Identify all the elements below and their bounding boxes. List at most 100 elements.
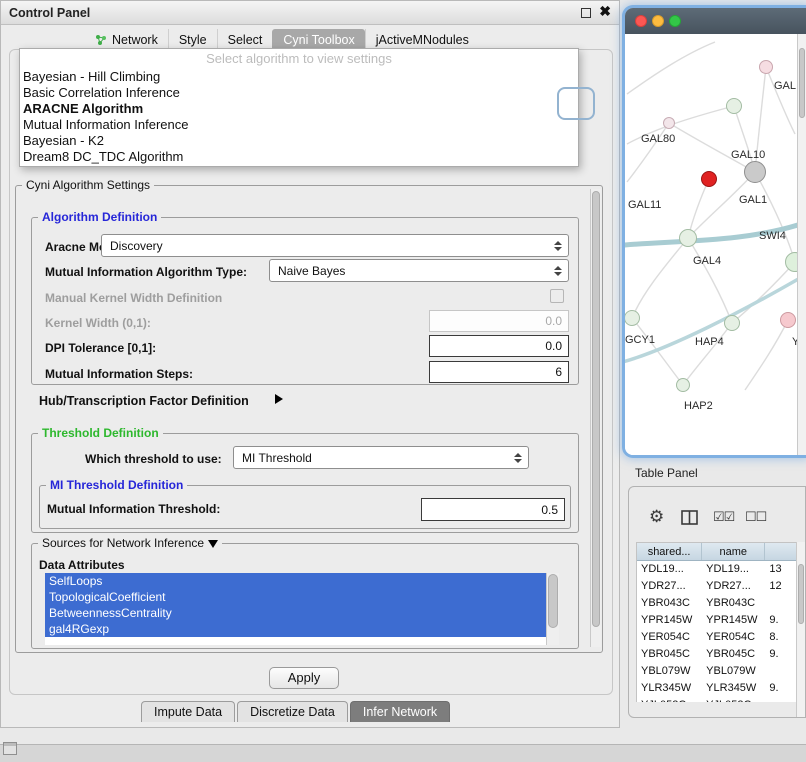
table-column-header[interactable]: name	[702, 543, 765, 560]
table-row[interactable]: YDL19...YDL19...13	[637, 561, 797, 578]
which-threshold-value: MI Threshold	[242, 451, 312, 465]
combo-arrows-icon	[554, 266, 562, 276]
minimized-panel-icon[interactable]	[3, 742, 17, 755]
attribute-list[interactable]: SelfLoopsTopologicalCoefficientBetweenne…	[45, 573, 559, 645]
table-cell: 9.	[765, 680, 797, 697]
kernel-width-field[interactable]: 0.0	[429, 310, 569, 332]
attribute-list-scrollbar[interactable]	[546, 573, 559, 645]
algorithm-option[interactable]: Basic Correlation Inference	[20, 85, 578, 101]
attribute-item[interactable]: SelfLoops	[45, 573, 546, 589]
table-row[interactable]: YBR043CYBR043C	[637, 595, 797, 612]
tab-infer-network[interactable]: Infer Network	[350, 701, 450, 722]
table-row[interactable]: YER054CYER054C8.	[637, 629, 797, 646]
settings-scrollbar-thumb[interactable]	[592, 191, 600, 627]
network-node[interactable]	[724, 315, 740, 331]
table-cell: YBR045C	[637, 646, 702, 663]
gear-icon[interactable]: ⚙	[649, 507, 664, 527]
network-window-titlebar[interactable]	[625, 8, 806, 34]
node-table: shared...name YDL19...YDL19...13YDR27...…	[636, 542, 798, 702]
manual-kernel-width-checkbox[interactable]	[550, 289, 564, 303]
bottom-status-strip	[0, 744, 806, 762]
network-node[interactable]	[663, 117, 675, 129]
table-cell: YDR27...	[702, 578, 765, 595]
table-scrollbar-thumb[interactable]	[798, 564, 804, 624]
dpi-tolerance-field[interactable]: 0.0	[429, 335, 569, 357]
tab-label: Select	[228, 33, 263, 47]
algorithm-option[interactable]: Bayesian - K2	[20, 133, 578, 149]
table-cell: YBL079W	[702, 663, 765, 680]
network-node[interactable]	[679, 229, 697, 247]
network-canvas[interactable]: GALGAL80GAL10GAL11GAL1SWI4GAL4GCY1HAP4YH…	[625, 34, 797, 455]
network-node[interactable]	[701, 171, 717, 187]
mi-steps-field[interactable]: 6	[429, 361, 569, 383]
expand-arrow-icon[interactable]	[275, 394, 283, 404]
zoom-traffic-light-icon[interactable]	[669, 15, 681, 27]
float-window-icon[interactable]	[581, 8, 591, 18]
table-column-header[interactable]	[765, 543, 797, 560]
tab-label: Cyni Toolbox	[283, 33, 354, 47]
control-panel-titlebar[interactable]: Control Panel ✖	[1, 1, 619, 25]
mi-algorithm-type-value: Naive Bayes	[278, 264, 345, 278]
tab-label: Network	[112, 33, 158, 47]
collapse-arrow-icon[interactable]	[208, 540, 218, 548]
network-node[interactable]	[759, 60, 773, 74]
table-cell: YDL19...	[637, 561, 702, 578]
desktop: Control Panel ✖ Network Style Select Cyn…	[0, 0, 806, 762]
aracne-mode-select[interactable]: Discovery	[101, 234, 569, 257]
mi-algorithm-type-select[interactable]: Naive Bayes	[269, 259, 569, 282]
algorithm-dropdown-list: Bayesian - Hill ClimbingBasic Correlatio…	[20, 69, 578, 165]
attribute-item[interactable]: BetweennessCentrality	[45, 605, 546, 621]
aracne-mode-value: Discovery	[110, 239, 163, 253]
minimize-traffic-light-icon[interactable]	[652, 15, 664, 27]
tab-impute-data[interactable]: Impute Data	[141, 701, 235, 722]
algorithm-dropdown-placeholder: Select algorithm to view settings	[20, 49, 578, 69]
algorithm-option[interactable]: ARACNE Algorithm	[20, 101, 578, 117]
tab-discretize-data[interactable]: Discretize Data	[237, 701, 348, 722]
select-all-checks-icon[interactable]: ☑☑	[713, 507, 734, 527]
panel-title: Control Panel	[9, 1, 90, 25]
table-row[interactable]: YBL079WYBL079W	[637, 663, 797, 680]
network-scrollbar-thumb[interactable]	[799, 48, 805, 118]
apply-button[interactable]: Apply	[269, 667, 339, 689]
table-cell: YBR043C	[702, 595, 765, 612]
close-traffic-light-icon[interactable]	[635, 15, 647, 27]
network-node-label: SWI4	[759, 230, 786, 242]
columns-icon[interactable]	[681, 507, 698, 527]
algorithm-option[interactable]: Mutual Information Inference	[20, 117, 578, 133]
network-node-label: HAP2	[684, 400, 713, 412]
table-panel-window: ⚙ ☑☑ ☐☐ shared...name YDL19...YDL19...13…	[628, 486, 806, 718]
close-icon[interactable]: ✖	[599, 3, 611, 20]
network-node-label: GAL1	[739, 194, 767, 206]
table-cell: YER054C	[637, 629, 702, 646]
table-row[interactable]: YBR045CYBR045C9.	[637, 646, 797, 663]
network-node[interactable]	[744, 161, 766, 183]
table-scrollbar[interactable]	[796, 542, 805, 718]
attribute-item[interactable]: TopologicalCoefficient	[45, 589, 546, 605]
which-threshold-select[interactable]: MI Threshold	[233, 446, 529, 469]
network-node[interactable]	[676, 378, 690, 392]
table-cell	[765, 663, 797, 680]
tab-label: Style	[179, 33, 207, 47]
settings-scrollbar[interactable]	[590, 189, 601, 647]
table-row[interactable]: YJL052CYJL052C	[637, 697, 797, 702]
deselect-all-checks-icon[interactable]: ☐☐	[745, 507, 766, 527]
network-node[interactable]	[780, 312, 796, 328]
table-body: YDL19...YDL19...13YDR27...YDR27...12YBR0…	[637, 561, 797, 702]
sources-group-title: Sources for Network Inference	[38, 536, 222, 550]
table-cell: YDR27...	[637, 578, 702, 595]
table-panel-title: Table Panel	[635, 466, 698, 480]
table-row[interactable]: YLR345WYLR345W9.	[637, 680, 797, 697]
algorithm-option[interactable]: Bayesian - Hill Climbing	[20, 69, 578, 85]
table-row[interactable]: YPR145WYPR145W9.	[637, 612, 797, 629]
network-node[interactable]	[726, 98, 742, 114]
algorithm-option[interactable]: Dream8 DC_TDC Algorithm	[20, 149, 578, 165]
network-node-label: GAL10	[731, 149, 765, 161]
attribute-item[interactable]: gal4RGexp	[45, 621, 546, 637]
attribute-scrollbar-thumb[interactable]	[548, 574, 558, 628]
table-row[interactable]: YDR27...YDR27...12	[637, 578, 797, 595]
mi-threshold-field[interactable]: 0.5	[421, 498, 565, 521]
kernel-width-label: Kernel Width (0,1):	[45, 316, 151, 330]
table-cell: YBL079W	[637, 663, 702, 680]
table-column-header[interactable]: shared...	[637, 543, 702, 560]
network-scrollbar[interactable]	[797, 34, 806, 455]
